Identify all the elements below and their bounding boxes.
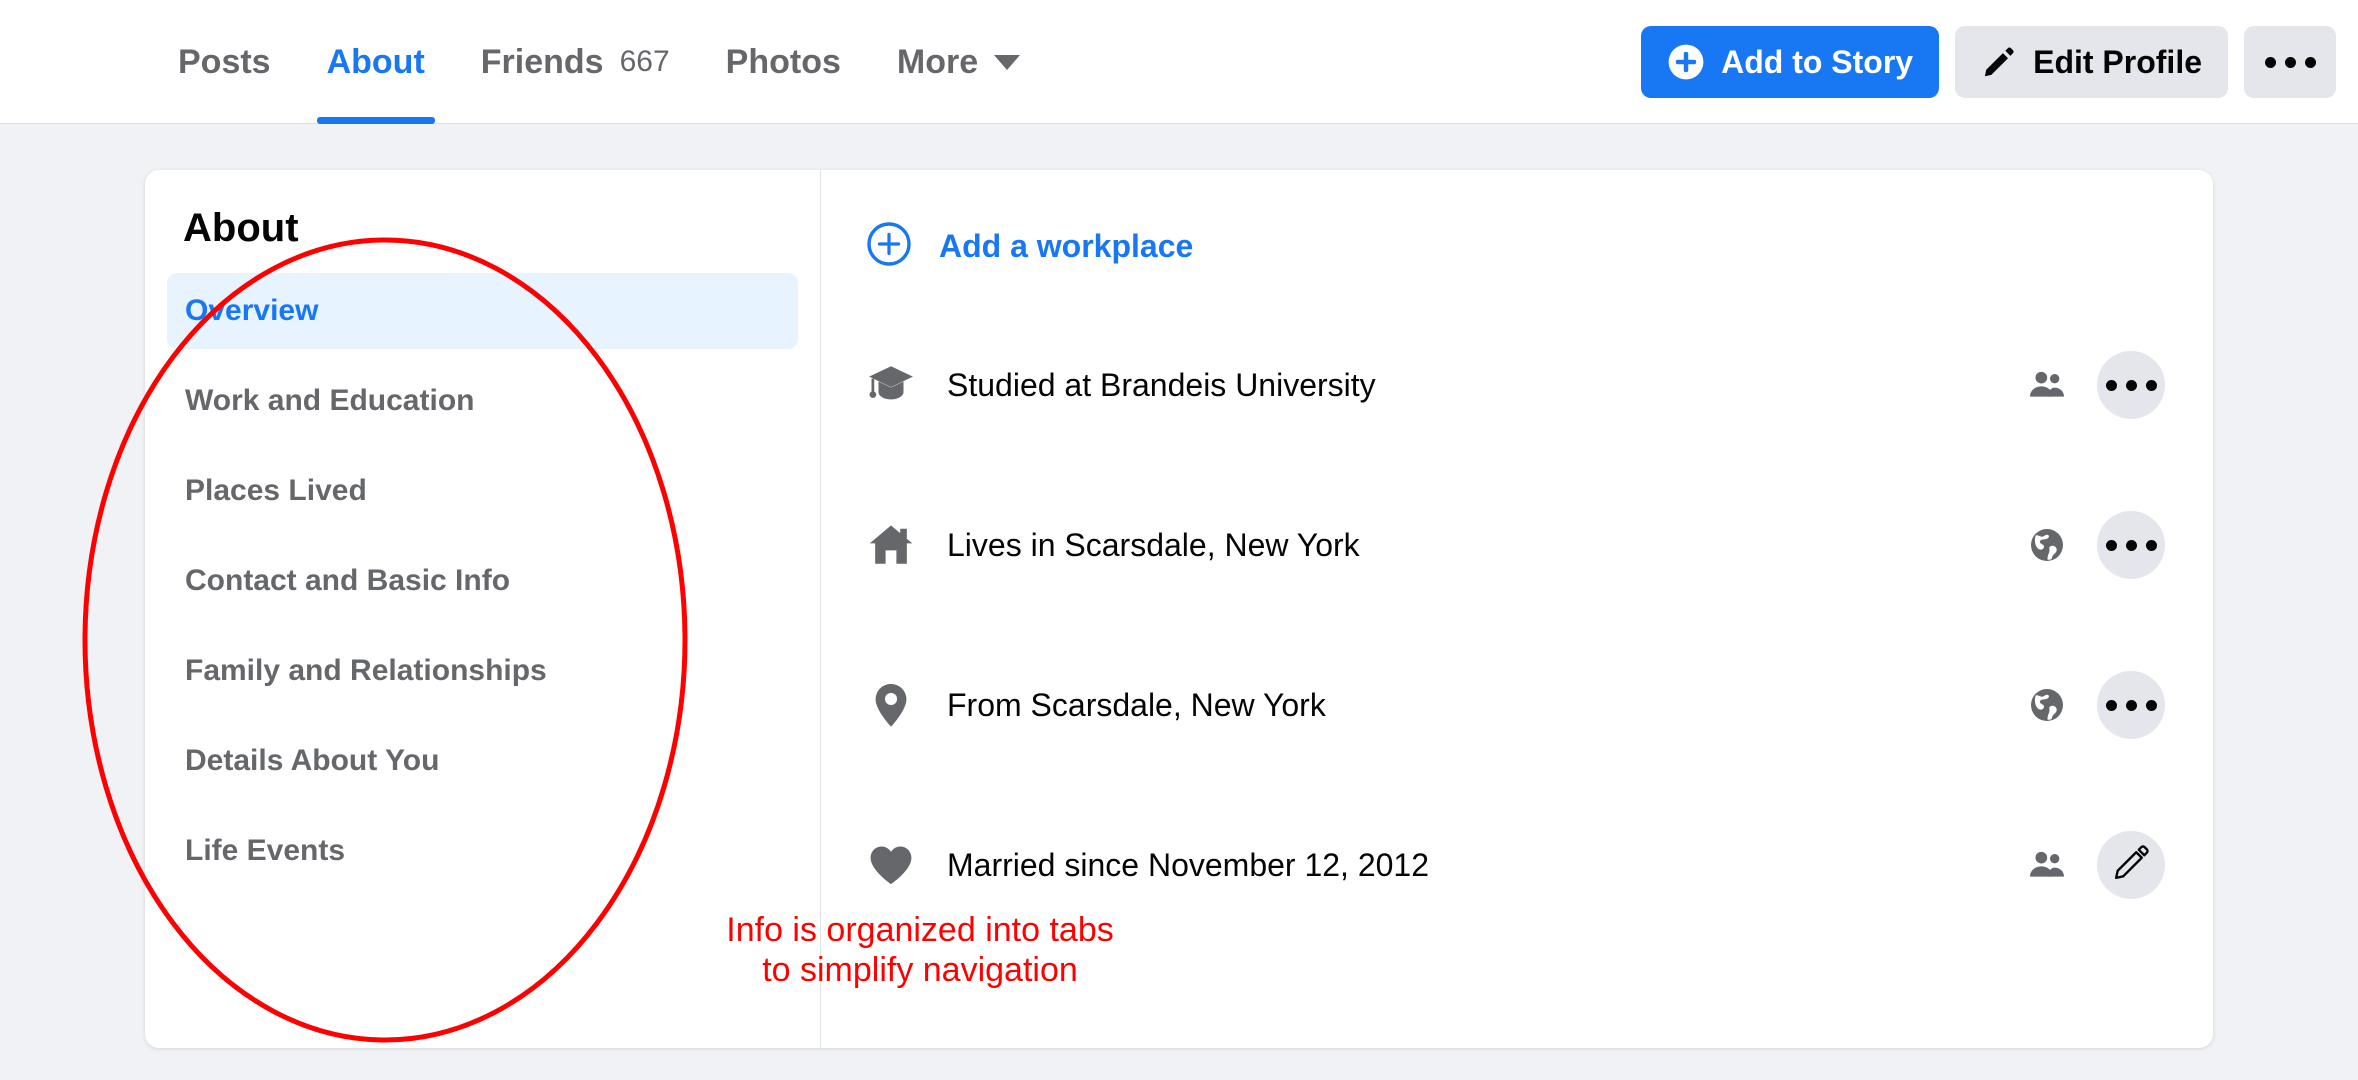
about-row-from-text: From Scarsdale, New York xyxy=(947,686,1326,723)
sidebar-item-label: Details About You xyxy=(185,744,440,777)
sidebar-item-label: Work and Education xyxy=(185,384,475,417)
sidebar-item-overview[interactable]: Overview xyxy=(167,273,798,349)
profile-top-navbar: Posts About Friends 667 Photos More Add … xyxy=(0,0,2358,124)
ellipsis-icon xyxy=(2105,379,2157,391)
about-row-education: Studied at Brandeis University xyxy=(865,338,2165,432)
about-heading: About xyxy=(183,206,299,250)
add-a-workplace-label: Add a workplace xyxy=(939,227,1194,264)
plus-circle-outline-icon xyxy=(865,220,913,273)
about-row-from-more-button[interactable] xyxy=(2097,671,2165,739)
ellipsis-icon xyxy=(2264,56,2316,68)
add-to-story-label: Add to Story xyxy=(1721,43,1914,80)
tab-about[interactable]: About xyxy=(299,0,453,124)
tab-friends[interactable]: Friends 667 xyxy=(453,0,698,124)
tab-more-label: More xyxy=(896,42,979,81)
profile-tab-list: Posts About Friends 667 Photos More xyxy=(150,0,1048,124)
edit-profile-button[interactable]: Edit Profile xyxy=(1955,26,2228,98)
sidebar-item-family-and-relationships[interactable]: Family and Relationships xyxy=(167,633,798,709)
tab-about-label: About xyxy=(326,42,425,81)
about-row-education-text: Studied at Brandeis University xyxy=(947,366,1376,403)
globe-icon[interactable] xyxy=(2027,525,2067,565)
tab-posts[interactable]: Posts xyxy=(150,0,299,124)
sidebar-item-label: Family and Relationships xyxy=(185,654,547,687)
profile-action-buttons: Add to Story Edit Profile xyxy=(1641,0,2336,124)
tab-photos[interactable]: Photos xyxy=(698,0,869,124)
add-to-story-button[interactable]: Add to Story xyxy=(1641,26,1940,98)
add-a-workplace-button[interactable]: Add a workplace xyxy=(865,200,2165,292)
plus-circle-icon xyxy=(1667,43,1705,81)
friends-icon[interactable] xyxy=(2027,365,2067,405)
tab-friends-label: Friends xyxy=(480,42,604,81)
friends-icon[interactable] xyxy=(2027,845,2067,885)
about-row-education-more-button[interactable] xyxy=(2097,351,2165,419)
sidebar-item-places-lived[interactable]: Places Lived xyxy=(167,453,798,529)
about-sidebar: About Overview Work and Education Places… xyxy=(145,170,821,1048)
about-row-lives-in: Lives in Scarsdale, New York xyxy=(865,498,2165,592)
pencil-icon xyxy=(2112,844,2150,887)
graduation-cap-icon xyxy=(865,360,917,410)
about-row-lives-in-text: Lives in Scarsdale, New York xyxy=(947,526,1360,563)
about-row-relationship-edit-button[interactable] xyxy=(2097,831,2165,899)
ellipsis-icon xyxy=(2105,539,2157,551)
ellipsis-icon xyxy=(2105,699,2157,711)
sidebar-item-contact-and-basic-info[interactable]: Contact and Basic Info xyxy=(167,543,798,619)
home-icon xyxy=(865,520,917,570)
about-row-from: From Scarsdale, New York xyxy=(865,658,2165,752)
about-row-relationship: Married since November 12, 2012 xyxy=(865,818,2165,912)
sidebar-item-work-and-education[interactable]: Work and Education xyxy=(167,363,798,439)
tab-posts-label: Posts xyxy=(178,42,271,81)
about-card: About Overview Work and Education Places… xyxy=(145,170,2213,1048)
pencil-icon xyxy=(1981,44,2017,80)
sidebar-item-label: Overview xyxy=(185,294,319,327)
sidebar-item-life-events[interactable]: Life Events xyxy=(167,813,798,889)
edit-profile-label: Edit Profile xyxy=(2033,43,2202,80)
chevron-down-icon xyxy=(994,54,1021,70)
heart-icon xyxy=(865,840,917,890)
about-row-lives-in-more-button[interactable] xyxy=(2097,511,2165,579)
profile-more-options-button[interactable] xyxy=(2244,26,2336,98)
globe-icon[interactable] xyxy=(2027,685,2067,725)
sidebar-item-details-about-you[interactable]: Details About You xyxy=(167,723,798,799)
tab-more[interactable]: More xyxy=(869,0,1048,124)
sidebar-item-label: Life Events xyxy=(185,834,346,867)
tab-photos-label: Photos xyxy=(725,42,841,81)
about-overview-panel: Add a workplace Studied at Brandeis Univ… xyxy=(821,170,2213,1048)
sidebar-item-label: Contact and Basic Info xyxy=(185,564,511,597)
sidebar-item-label: Places Lived xyxy=(185,474,367,507)
tab-friends-count: 667 xyxy=(619,45,670,78)
map-pin-icon xyxy=(865,680,917,730)
about-row-relationship-text: Married since November 12, 2012 xyxy=(947,846,1430,883)
